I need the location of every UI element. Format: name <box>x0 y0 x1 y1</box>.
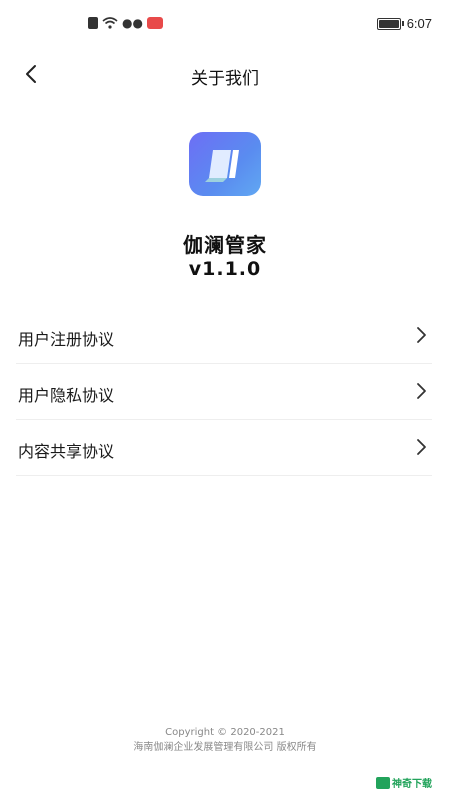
menu-item-registration-agreement[interactable]: 用户注册协议 <box>16 308 432 364</box>
battery-icon <box>376 17 404 30</box>
menu-item-privacy-agreement[interactable]: 用户隐私协议 <box>16 364 432 420</box>
app-name: 伽澜管家 <box>183 233 267 257</box>
agreement-list: 用户注册协议 用户隐私协议 内容共享协议 <box>16 308 432 476</box>
watermark-text: 神奇下载 <box>392 779 432 790</box>
red-app-icon <box>146 17 163 29</box>
chevron-right-icon <box>417 439 426 455</box>
status-icons-left: ●● <box>88 16 163 30</box>
menu-item-label: 用户注册协议 <box>18 330 115 349</box>
status-icons-right: 6:07 <box>376 16 432 31</box>
chat-icon: ●● <box>122 16 143 30</box>
status-bar: ●● 6:07 <box>0 0 450 50</box>
nav-bar: 关于我们 <box>0 50 450 96</box>
page-title: 关于我们 <box>191 69 259 89</box>
chevron-right-icon <box>417 383 426 399</box>
company-text: 海南伽澜企业发展管理有限公司 版权所有 <box>133 742 317 753</box>
menu-item-label: 内容共享协议 <box>18 442 115 461</box>
app-version: v1.1.0 <box>188 258 262 280</box>
app-logo-icon <box>205 150 239 182</box>
chevron-right-icon <box>417 327 426 343</box>
menu-item-label: 用户隐私协议 <box>18 386 115 405</box>
app-logo <box>189 132 261 196</box>
wifi-icon <box>102 17 118 29</box>
copyright-text: Copyright © 2020-2021 <box>165 727 285 738</box>
watermark-logo-icon <box>376 776 390 789</box>
menu-item-content-sharing-agreement[interactable]: 内容共享协议 <box>16 420 432 476</box>
status-time: 6:07 <box>406 16 432 31</box>
watermark: 神奇下载 <box>376 775 432 790</box>
sim-icon <box>88 17 98 29</box>
footer: Copyright © 2020-2021 海南伽澜企业发展管理有限公司 版权所… <box>0 726 450 755</box>
